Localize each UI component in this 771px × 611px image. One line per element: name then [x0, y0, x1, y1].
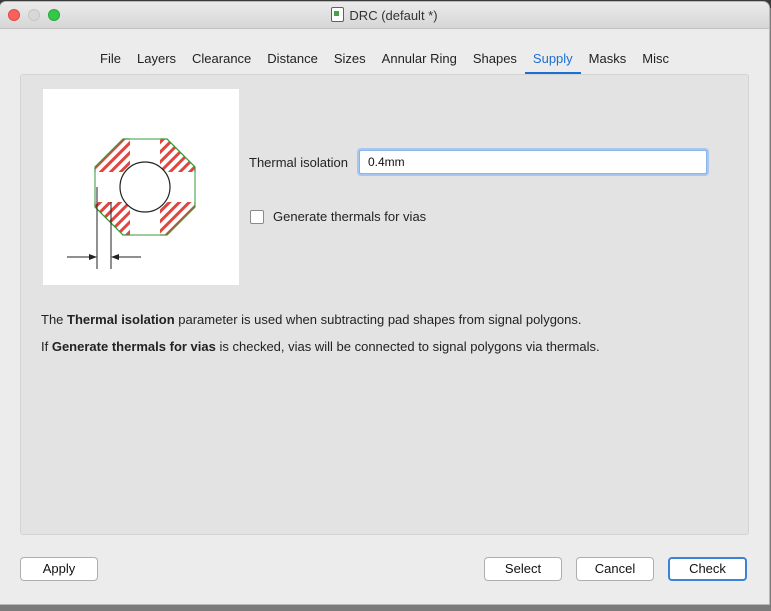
tab-supply[interactable]: Supply	[524, 51, 581, 74]
select-button[interactable]: Select	[484, 557, 562, 581]
tab-annular-ring[interactable]: Annular Ring	[374, 51, 465, 72]
tab-file[interactable]: File	[92, 51, 129, 72]
tab-clearance[interactable]: Clearance	[184, 51, 259, 72]
generate-thermals-for-vias-checkbox[interactable]	[250, 210, 264, 224]
thermal-preview-image	[43, 89, 239, 285]
desc1-pre: The	[41, 312, 68, 327]
vias-thermals-description: If Generate thermals for vias is checked…	[41, 339, 600, 354]
generate-thermals-for-vias-label[interactable]: Generate thermals for vias	[273, 209, 426, 224]
tab-shapes[interactable]: Shapes	[465, 51, 525, 72]
supply-panel: Thermal isolation Generate thermals for …	[20, 74, 749, 535]
thermal-diagram-icon	[67, 138, 196, 269]
title-bar[interactable]: DRC (default *)	[0, 2, 769, 29]
tab-masks[interactable]: Masks	[581, 51, 635, 72]
desc2-bold: Generate thermals for vias	[51, 339, 216, 354]
check-button[interactable]: Check	[668, 557, 747, 581]
thermal-isolation-input[interactable]	[359, 150, 707, 174]
tab-layers[interactable]: Layers	[129, 51, 184, 72]
tab-sizes[interactable]: Sizes	[326, 51, 374, 72]
tab-distance[interactable]: Distance	[259, 51, 326, 72]
desc2-post: is checked, vias will be connected to si…	[215, 339, 600, 354]
apply-button[interactable]: Apply	[20, 557, 98, 581]
drc-dialog: DRC (default *) File Layers Clearance Dista…	[0, 2, 769, 604]
tab-bar: File Layers Clearance Distance Sizes Annular …	[0, 51, 769, 75]
tab-misc[interactable]: Misc	[634, 51, 677, 72]
desc1-bold: Thermal isolation	[67, 312, 175, 327]
drc-document-icon	[331, 7, 345, 22]
thermal-isolation-label: Thermal isolation	[249, 155, 348, 170]
thermal-isolation-description: The Thermal isolation parameter is used …	[41, 312, 582, 327]
window-title: DRC (default *)	[0, 7, 769, 23]
cancel-button[interactable]: Cancel	[576, 557, 654, 581]
desc2-pre: If	[41, 339, 52, 354]
desc1-post: parameter is used when subtracting pad s…	[174, 312, 582, 327]
window-title-text: DRC (default *)	[349, 8, 438, 23]
